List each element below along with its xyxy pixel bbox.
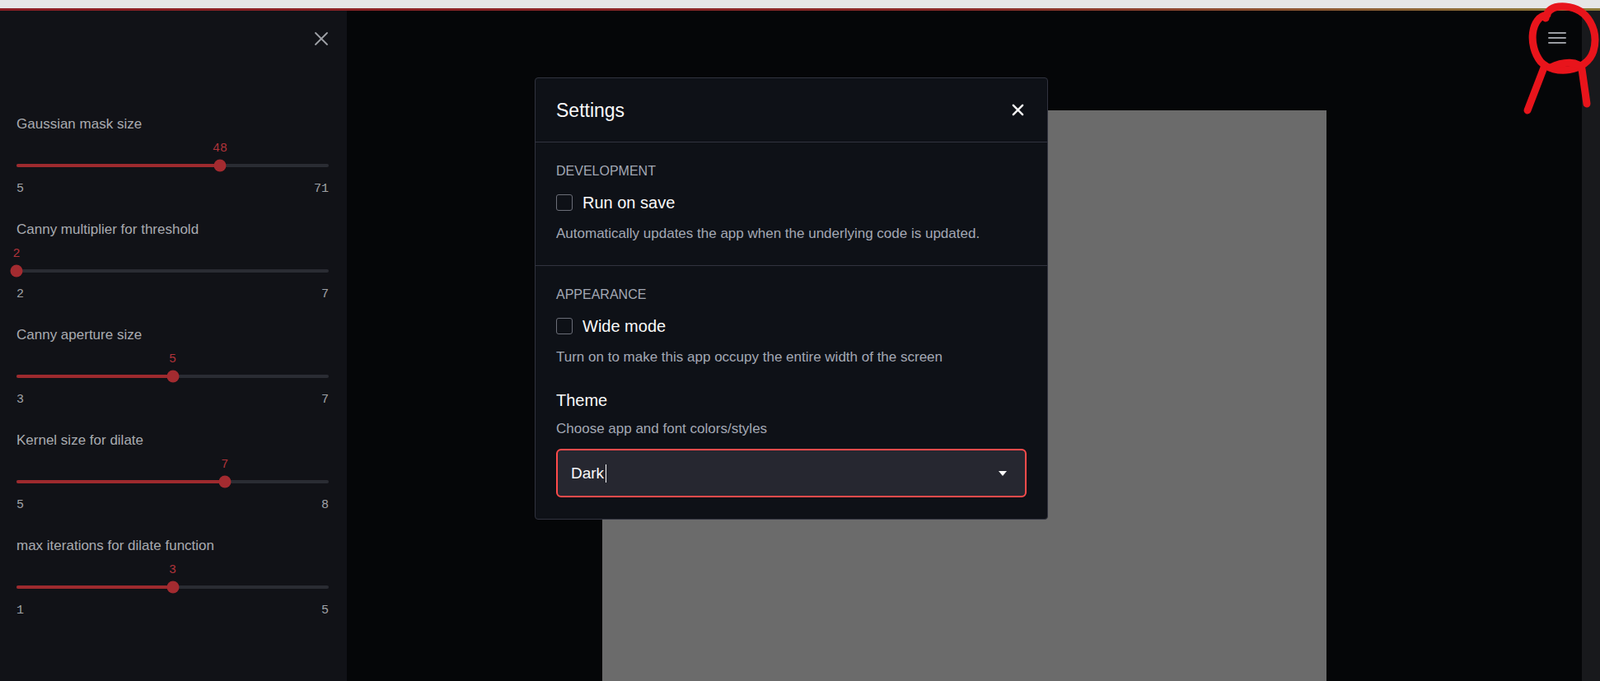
checkbox-label: Run on save <box>582 191 675 214</box>
close-dialog-icon[interactable] <box>1011 103 1025 117</box>
slider-thumb[interactable] <box>214 159 227 173</box>
slider-fill <box>16 480 225 484</box>
slider-min: 5 <box>16 181 24 198</box>
slider-max: 8 <box>321 497 329 515</box>
checkbox-row[interactable]: Run on save <box>556 191 1027 214</box>
settings-dialog: Settings DEVELOPMENT Run on save Automat… <box>534 77 1048 520</box>
slider-value: 48 <box>212 140 228 159</box>
slider-track[interactable] <box>16 269 329 273</box>
settings-section: DEVELOPMENT Run on save Automatically up… <box>535 142 1048 267</box>
section-heading: APPEARANCE <box>556 286 1027 304</box>
slider-min: 1 <box>16 603 24 620</box>
checkbox[interactable] <box>556 318 573 335</box>
dropdown-caret-icon <box>998 471 1007 477</box>
slider-label: Kernel size for dilate <box>16 431 329 450</box>
slider: Canny aperture size 5 3 7 <box>16 326 329 409</box>
slider-label: Gaussian mask size <box>16 115 329 134</box>
app-window: Gaussian mask size 48 5 71Canny multipli… <box>0 0 1600 681</box>
slider-track[interactable] <box>16 374 329 379</box>
select-label: Theme <box>556 390 1027 411</box>
slider-thumb[interactable] <box>166 581 179 595</box>
checkbox-row[interactable]: Wide mode <box>556 315 1027 337</box>
browser-top-strip <box>0 0 1600 9</box>
slider-value: 3 <box>168 561 177 581</box>
slider-value: 7 <box>220 456 229 475</box>
slider: max iterations for dilate function 3 1 5 <box>16 537 329 620</box>
settings-section: APPEARANCE Wide mode Turn on to make thi… <box>535 266 1048 520</box>
theme-select[interactable]: Dark <box>556 449 1027 498</box>
checkbox-label: Wide mode <box>582 315 666 337</box>
annotation-circle-icon <box>1522 0 1600 116</box>
setting-description: Turn on to make this app occupy the enti… <box>556 348 1027 367</box>
scrollbar[interactable] <box>1581 10 1600 681</box>
setting-description: Choose app and font colors/styles <box>556 420 1027 439</box>
dialog-title: Settings <box>556 98 625 123</box>
slider-max: 7 <box>321 286 329 304</box>
slider-fill <box>16 374 174 379</box>
close-sidebar-icon[interactable] <box>313 31 329 47</box>
slider-track[interactable] <box>16 585 329 590</box>
setting-description: Automatically updates the app when the u… <box>556 224 1027 244</box>
slider-thumb[interactable] <box>218 476 231 489</box>
select-value: Dark <box>570 463 604 484</box>
slider-fill <box>16 585 174 590</box>
slider-min: 5 <box>16 497 24 515</box>
slider-track[interactable] <box>16 163 329 168</box>
slider-thumb[interactable] <box>10 265 24 278</box>
slider-track[interactable] <box>16 480 329 484</box>
slider: Gaussian mask size 48 5 71 <box>16 115 329 198</box>
text-cursor <box>605 464 607 483</box>
slider-min: 2 <box>16 286 24 304</box>
section-heading: DEVELOPMENT <box>556 163 1027 180</box>
slider-max: 71 <box>313 181 329 198</box>
slider-thumb[interactable] <box>166 370 179 384</box>
slider: Canny multiplier for threshold 2 2 7 <box>16 220 329 304</box>
slider-fill <box>16 163 220 168</box>
slider-value: 2 <box>12 245 20 264</box>
slider: Kernel size for dilate 7 5 8 <box>16 431 329 515</box>
slider-list: Gaussian mask size 48 5 71Canny multipli… <box>0 46 347 620</box>
slider-min: 3 <box>16 392 24 409</box>
slider-value: 5 <box>168 350 177 370</box>
sidebar: Gaussian mask size 48 5 71Canny multipli… <box>0 10 347 681</box>
slider-label: Canny multiplier for threshold <box>16 220 329 239</box>
hamburger-menu-icon[interactable] <box>1548 31 1567 45</box>
slider-label: max iterations for dilate function <box>16 537 329 556</box>
checkbox[interactable] <box>556 194 573 211</box>
slider-label: Canny aperture size <box>16 326 329 345</box>
slider-max: 5 <box>321 603 329 620</box>
slider-max: 7 <box>321 392 329 409</box>
